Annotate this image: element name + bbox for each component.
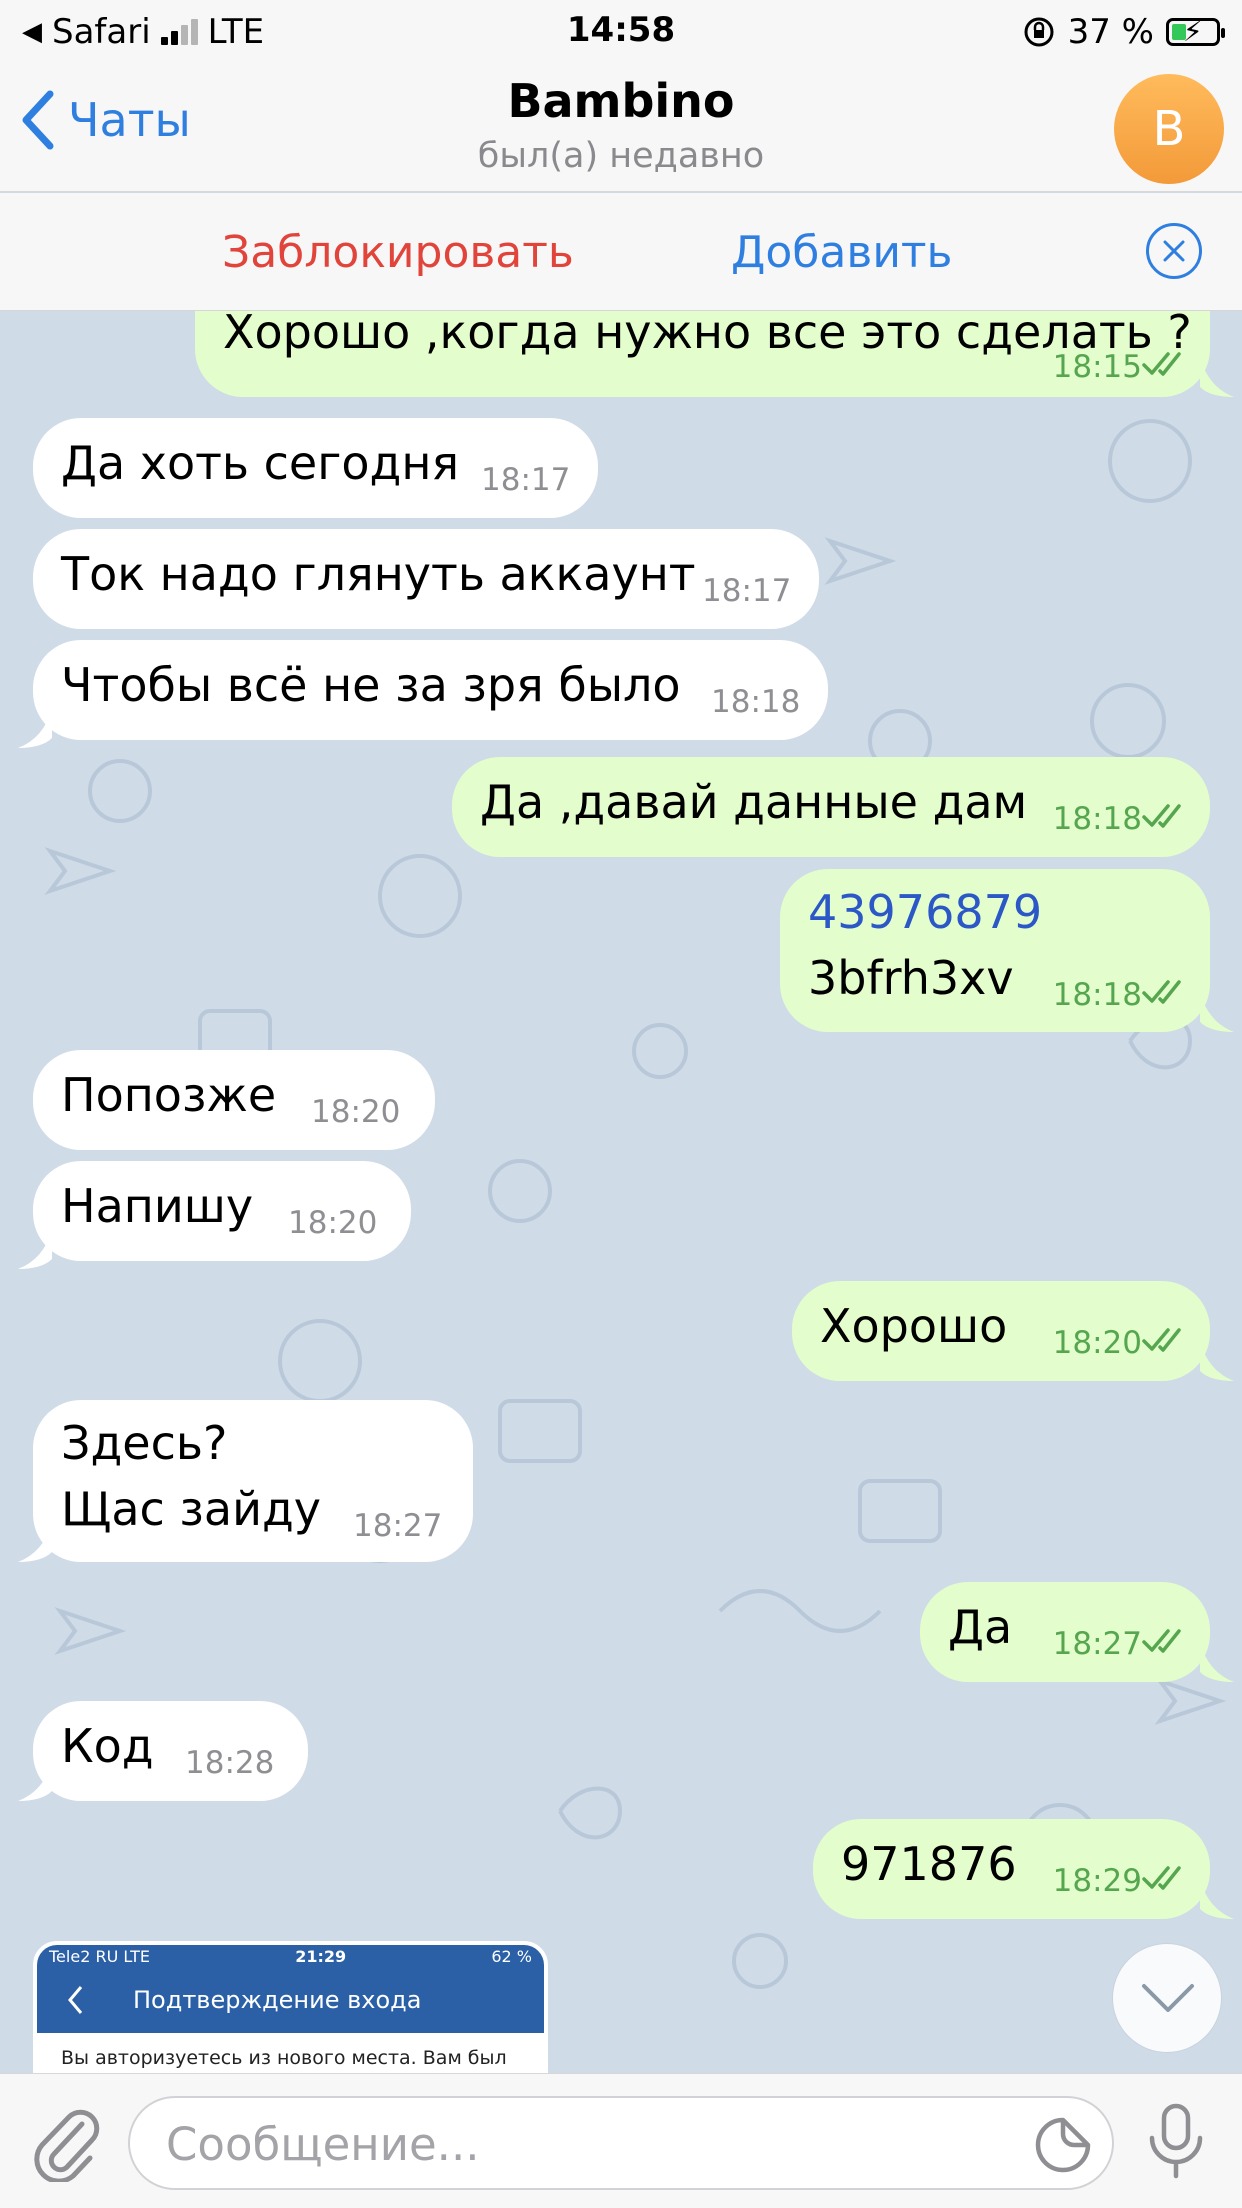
message-time: 18:27 — [353, 1508, 443, 1544]
message-time: 18:27 — [1052, 1626, 1142, 1662]
close-action-bar-button[interactable] — [1146, 223, 1202, 279]
message-incoming[interactable]: Здесь? Щас зайду 18:27 — [33, 1400, 473, 1562]
chevron-down-icon — [1142, 1984, 1194, 2012]
message-outgoing[interactable]: Да 18:27 — [920, 1582, 1210, 1682]
message-time: 18:20 — [311, 1094, 401, 1130]
message-text: Да хоть сегодня — [61, 436, 460, 490]
message-text: Хорошо — [820, 1299, 1008, 1353]
message-outgoing[interactable]: Хорошо 18:20 — [792, 1281, 1210, 1381]
message-input-wrapper — [128, 2096, 1114, 2190]
message-text: Хорошо ,когда нужно все это сделать ? — [223, 311, 1192, 359]
photo-body-text: Вы авторизуетесь из нового места. Вам бы… — [37, 2033, 544, 2073]
message-time: 18:15 — [1052, 349, 1142, 385]
message-text: Код — [61, 1719, 154, 1773]
paperclip-icon — [34, 2109, 100, 2184]
message-time: 18:18 — [711, 684, 801, 720]
photo-message-screenshot[interactable]: Tele2 RU LTE 21:29 62 % Подтверждение вх… — [33, 1941, 548, 2073]
message-link-number[interactable]: 43976879 — [808, 885, 1042, 939]
message-text: Здесь? — [61, 1416, 228, 1470]
message-text: Ток надо глянуть аккаунт — [61, 547, 696, 601]
message-time: 18:18 — [1052, 977, 1142, 1013]
message-incoming[interactable]: Код 18:28 — [33, 1701, 308, 1801]
voice-record-button[interactable] — [1146, 2102, 1206, 2186]
photo-title: Подтверждение входа — [133, 1986, 422, 2014]
bubble-tail — [1200, 1879, 1234, 1919]
sticker-icon — [1035, 2117, 1091, 2173]
chat-status: был(а) недавно — [477, 136, 765, 176]
sticker-button[interactable] — [1034, 2116, 1092, 2178]
photo-battery: 62 % — [491, 1946, 532, 1966]
photo-status-bar: Tele2 RU LTE 21:29 62 % — [37, 1945, 544, 1967]
message-text: Щас зайду — [61, 1482, 321, 1536]
bubble-tail — [18, 708, 52, 748]
message-outgoing[interactable]: 971876 18:29 — [813, 1819, 1210, 1919]
chat-area[interactable]: Хорошо ,когда нужно все это сделать ? 18… — [0, 311, 1242, 2073]
status-bar: ◀ Safari LTE 14:58 37 % ⚡ — [0, 0, 1242, 62]
chat-header: Чаты Bambino был(а) недавно B — [0, 62, 1242, 192]
message-incoming[interactable]: Напишу 18:20 — [33, 1161, 411, 1261]
bubble-tail — [1200, 1341, 1234, 1381]
chat-title[interactable]: Bambino — [0, 74, 1242, 128]
attach-button[interactable] — [30, 2102, 100, 2186]
message-input[interactable] — [166, 2112, 1026, 2176]
chevron-left-icon — [68, 1986, 83, 2014]
double-check-icon — [1142, 1328, 1181, 1352]
battery-percent: 37 % — [1067, 12, 1154, 52]
photo-carrier: Tele2 RU LTE — [49, 1946, 150, 1966]
block-button[interactable]: Заблокировать — [222, 227, 574, 278]
message-text: Да ,давай данные дам — [480, 775, 1028, 829]
message-incoming[interactable]: Да хоть сегодня 18:17 — [33, 418, 598, 518]
bubble-tail — [1200, 357, 1234, 397]
bubble-tail — [18, 1761, 52, 1801]
close-icon — [1163, 240, 1185, 262]
bubble-tail — [18, 1229, 52, 1269]
bubble-tail — [18, 1522, 52, 1562]
message-time: 18:18 — [1052, 801, 1142, 837]
status-right: 37 % ⚡ — [1022, 12, 1225, 52]
double-check-icon — [1142, 352, 1181, 376]
message-outgoing[interactable]: 43976879 3bfrh3xv 18:18 — [780, 869, 1210, 1032]
message-text: 3bfrh3xv — [808, 951, 1014, 1005]
avatar[interactable]: B — [1114, 74, 1224, 184]
message-text: 971876 — [841, 1837, 1017, 1891]
message-time: 18:17 — [702, 573, 792, 609]
message-time: 18:29 — [1052, 1863, 1142, 1899]
message-incoming[interactable]: Попозже 18:20 — [33, 1050, 435, 1150]
scroll-to-bottom-button[interactable] — [1112, 1943, 1222, 2053]
double-check-icon — [1142, 1629, 1181, 1653]
message-time: 18:20 — [1052, 1325, 1142, 1361]
message-text: Да — [948, 1600, 1013, 1654]
message-time: 18:28 — [185, 1745, 275, 1781]
bubble-tail — [1200, 992, 1234, 1032]
microphone-icon — [1149, 2103, 1203, 2179]
double-check-icon — [1142, 980, 1181, 1004]
message-incoming[interactable]: Ток надо глянуть аккаунт 18:17 — [33, 529, 819, 629]
orientation-lock-icon — [1024, 17, 1054, 47]
battery-icon: ⚡ — [1166, 15, 1225, 48]
contact-action-bar: Заблокировать Добавить — [0, 193, 1242, 311]
photo-nav: Подтверждение входа — [37, 1967, 544, 2033]
message-text: Напишу — [61, 1179, 254, 1233]
message-incoming[interactable]: Чтобы всё не за зря было 18:18 — [33, 640, 828, 740]
bubble-tail — [1200, 1642, 1234, 1682]
photo-time: 21:29 — [295, 1946, 347, 1966]
message-outgoing[interactable]: Хорошо ,когда нужно все это сделать ? 18… — [195, 311, 1210, 397]
message-input-bar — [0, 2073, 1242, 2208]
message-time: 18:20 — [288, 1205, 378, 1241]
message-outgoing[interactable]: Да ,давай данные дам 18:18 — [452, 757, 1210, 857]
message-time: 18:17 — [481, 462, 571, 498]
message-text: Попозже — [61, 1068, 277, 1122]
add-contact-button[interactable]: Добавить — [731, 227, 952, 278]
double-check-icon — [1142, 1866, 1181, 1890]
double-check-icon — [1142, 804, 1181, 828]
message-text: Чтобы всё не за зря было — [61, 658, 681, 712]
